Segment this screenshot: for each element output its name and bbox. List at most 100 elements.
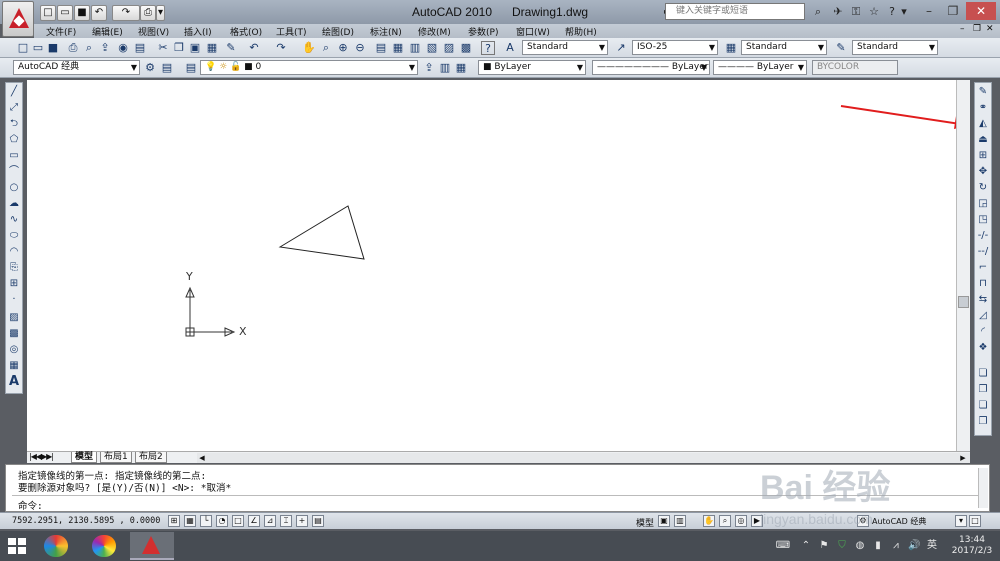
- workspace-save-icon[interactable]: ▤: [160, 61, 174, 75]
- plot-toolbar-icon[interactable]: ⎙: [66, 41, 80, 55]
- save-icon[interactable]: ■: [46, 41, 60, 55]
- extend-icon[interactable]: --/: [976, 245, 990, 259]
- application-menu-button[interactable]: [2, 1, 34, 37]
- grid-display-icon[interactable]: ▦: [184, 515, 196, 527]
- layer-manager-icon[interactable]: ▤: [184, 61, 198, 75]
- dim-style-dropdown[interactable]: ISO-25 ▼: [632, 40, 718, 55]
- redo-toolbar-icon[interactable]: ↷: [274, 41, 288, 55]
- battery-icon[interactable]: ▮: [872, 540, 884, 552]
- tab-layout1[interactable]: 布局1: [100, 452, 132, 463]
- stretch-icon[interactable]: ◳: [976, 213, 990, 227]
- help-dropdown-icon[interactable]: ▾: [900, 4, 908, 20]
- minimize-window-icon[interactable]: –: [918, 2, 940, 20]
- paste-block-icon[interactable]: ▦: [205, 41, 219, 55]
- properties-icon[interactable]: ▤: [374, 41, 388, 55]
- help-icon[interactable]: ?: [884, 4, 900, 20]
- zoom-previous-icon[interactable]: ⊖: [353, 41, 367, 55]
- quick-access-dropdown-icon[interactable]: ▾: [156, 5, 165, 21]
- pan-status-icon[interactable]: ✋: [703, 515, 715, 527]
- subscription-icon[interactable]: ⚿: [848, 4, 864, 20]
- publish-icon[interactable]: ⇪: [98, 41, 112, 55]
- plotstyle-dropdown[interactable]: BYCOLOR: [812, 60, 898, 75]
- color-dropdown[interactable]: ■ ByLayer ▼: [478, 60, 586, 75]
- table-style-dropdown[interactable]: Standard ▼: [741, 40, 827, 55]
- wifi-icon[interactable]: ⩘: [890, 540, 902, 552]
- redo-icon[interactable]: ↷: [112, 5, 140, 21]
- break-at-point-icon[interactable]: ⌐: [976, 261, 990, 275]
- circle-icon[interactable]: ○: [7, 181, 21, 195]
- communication-center-icon[interactable]: ✈: [830, 4, 846, 20]
- volume-icon[interactable]: 🔊: [908, 540, 920, 552]
- line-icon[interactable]: ╱: [7, 85, 21, 99]
- menu-help[interactable]: 帮助(H): [565, 25, 597, 38]
- triangle-object[interactable]: [278, 205, 365, 260]
- menu-view[interactable]: 视图(V): [138, 25, 169, 38]
- trim-icon[interactable]: -/-: [976, 229, 990, 243]
- tab-layout2[interactable]: 布局2: [135, 452, 167, 463]
- polyline-icon[interactable]: ⮌: [7, 117, 21, 131]
- keyboard-icon[interactable]: ⌨: [772, 540, 794, 552]
- favorites-star-icon[interactable]: ☆: [866, 4, 882, 20]
- quickcalc-icon[interactable]: ▩: [459, 41, 473, 55]
- taskbar-autocad-button[interactable]: [130, 532, 174, 560]
- draw-order-front-icon[interactable]: ❏: [976, 367, 990, 381]
- tab-nav-arrows-icon[interactable]: |◀◀▶▶|: [29, 452, 54, 461]
- table-style-icon[interactable]: ▦: [724, 41, 738, 55]
- 3d-dwf-icon[interactable]: ◉: [116, 41, 130, 55]
- dim-style-icon[interactable]: ↗: [614, 41, 628, 55]
- menu-edit[interactable]: 编辑(E): [92, 25, 123, 38]
- menu-restore-icon[interactable]: ❐: [973, 24, 981, 34]
- open-icon[interactable]: ▭: [31, 41, 45, 55]
- vertical-scroll-thumb[interactable]: [958, 296, 969, 308]
- steering-wheel-icon[interactable]: ◎: [735, 515, 747, 527]
- tab-model[interactable]: 模型: [71, 452, 98, 463]
- menu-modify[interactable]: 修改(M): [418, 25, 451, 38]
- lineweight-toggle-icon[interactable]: +: [296, 515, 308, 527]
- undo-toolbar-icon[interactable]: ↶: [247, 41, 261, 55]
- model-space-label[interactable]: 模型: [636, 516, 654, 529]
- menu-parametric[interactable]: 参数(P): [468, 25, 498, 38]
- close-window-icon[interactable]: ✕: [966, 2, 996, 20]
- copy-object-icon[interactable]: ⚭: [976, 101, 990, 115]
- ime-indicator[interactable]: 英: [926, 540, 938, 552]
- new-file-icon[interactable]: □: [40, 5, 56, 21]
- linetype-dropdown[interactable]: ———————— ByLayer ▼: [592, 60, 710, 75]
- tool-palettes-icon[interactable]: ▥: [408, 41, 422, 55]
- polar-tracking-icon[interactable]: ◔: [216, 515, 228, 527]
- coordinate-readout[interactable]: 7592.2951, 2130.5895 , 0.0000: [12, 516, 160, 526]
- ortho-mode-icon[interactable]: └: [200, 515, 212, 527]
- menu-draw[interactable]: 绘图(D): [322, 25, 354, 38]
- security-shield-icon[interactable]: ⛉: [836, 540, 848, 552]
- taskbar-app-2-icon[interactable]: [92, 535, 116, 557]
- workspace-dropdown[interactable]: AutoCAD 经典 ▼: [13, 60, 140, 75]
- plot-preview-icon[interactable]: ⌕: [82, 41, 96, 55]
- make-block-icon[interactable]: ⊞: [7, 277, 21, 291]
- markup-set-icon[interactable]: ▨: [442, 41, 456, 55]
- menu-minimize-icon[interactable]: –: [960, 24, 965, 34]
- break-icon[interactable]: ⊓: [976, 277, 990, 291]
- vertical-scrollbar[interactable]: [956, 80, 970, 451]
- join-icon[interactable]: ⇆: [976, 293, 990, 307]
- lineweight-dropdown[interactable]: ———— ByLayer ▼: [713, 60, 807, 75]
- gradient-icon[interactable]: ▩: [7, 327, 21, 341]
- snap-mode-icon[interactable]: ⊞: [168, 515, 180, 527]
- text-style-icon[interactable]: A: [503, 41, 517, 55]
- hatch-icon[interactable]: ▨: [7, 311, 21, 325]
- multileader-style-dropdown[interactable]: Standard ▼: [852, 40, 938, 55]
- match-properties-icon[interactable]: ✎: [224, 41, 238, 55]
- menu-format[interactable]: 格式(O): [230, 25, 262, 38]
- dynamic-ucs-icon[interactable]: ⊿: [264, 515, 276, 527]
- design-center-icon[interactable]: ▦: [391, 41, 405, 55]
- search-input[interactable]: 键入关键字或短语: [665, 3, 805, 20]
- zoom-realtime-icon[interactable]: ⌕: [319, 41, 333, 55]
- draw-order-below-icon[interactable]: ❐: [976, 415, 990, 429]
- menu-dimension[interactable]: 标注(N): [370, 25, 402, 38]
- draw-order-above-icon[interactable]: ❏: [976, 399, 990, 413]
- flag-icon[interactable]: ⚑: [818, 540, 830, 552]
- rotate-icon[interactable]: ↻: [976, 181, 990, 195]
- object-snap-icon[interactable]: □: [232, 515, 244, 527]
- object-snap-tracking-icon[interactable]: ∠: [248, 515, 260, 527]
- region-icon[interactable]: ◎: [7, 343, 21, 357]
- menu-file[interactable]: 文件(F): [46, 25, 76, 38]
- move-icon[interactable]: ✥: [976, 165, 990, 179]
